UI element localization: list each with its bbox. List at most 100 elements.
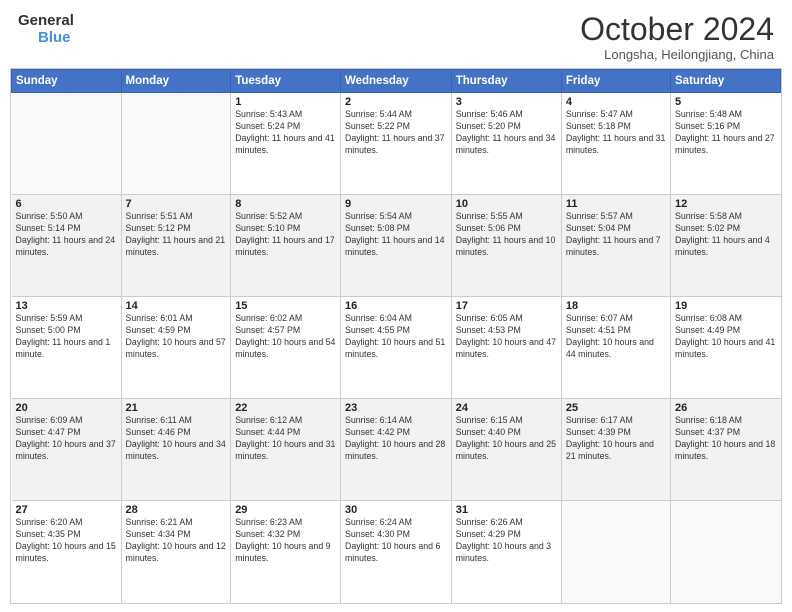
day-number: 31 [456,504,557,516]
day-cell: 16Sunrise: 6:04 AM Sunset: 4:55 PM Dayli… [340,297,451,399]
day-info: Sunrise: 6:01 AM Sunset: 4:59 PM Dayligh… [126,313,227,361]
month-title: October 2024 [580,12,774,47]
day-cell: 8Sunrise: 5:52 AM Sunset: 5:10 PM Daylig… [231,195,341,297]
week-row-5: 27Sunrise: 6:20 AM Sunset: 4:35 PM Dayli… [12,501,781,603]
day-info: Sunrise: 6:21 AM Sunset: 4:34 PM Dayligh… [126,517,227,565]
day-number: 5 [675,96,777,108]
day-info: Sunrise: 5:57 AM Sunset: 5:04 PM Dayligh… [566,211,666,259]
calendar: SundayMondayTuesdayWednesdayThursdayFrid… [10,68,782,604]
day-info: Sunrise: 6:20 AM Sunset: 4:35 PM Dayligh… [16,517,117,565]
day-cell: 15Sunrise: 6:02 AM Sunset: 4:57 PM Dayli… [231,297,341,399]
day-info: Sunrise: 6:02 AM Sunset: 4:57 PM Dayligh… [235,313,336,361]
day-cell: 20Sunrise: 6:09 AM Sunset: 4:47 PM Dayli… [12,399,122,501]
day-number: 27 [16,504,117,516]
day-info: Sunrise: 5:54 AM Sunset: 5:08 PM Dayligh… [345,211,447,259]
day-cell: 9Sunrise: 5:54 AM Sunset: 5:08 PM Daylig… [340,195,451,297]
day-info: Sunrise: 5:44 AM Sunset: 5:22 PM Dayligh… [345,109,447,157]
day-number: 29 [235,504,336,516]
day-info: Sunrise: 6:12 AM Sunset: 4:44 PM Dayligh… [235,415,336,463]
header-right: October 2024 Longsha, Heilongjiang, Chin… [580,12,774,62]
day-number: 25 [566,402,666,414]
calendar-header: SundayMondayTuesdayWednesdayThursdayFrid… [12,70,781,93]
day-info: Sunrise: 5:55 AM Sunset: 5:06 PM Dayligh… [456,211,557,259]
day-number: 9 [345,198,447,210]
weekday-wednesday: Wednesday [340,70,451,93]
day-number: 24 [456,402,557,414]
weekday-thursday: Thursday [451,70,561,93]
day-number: 21 [126,402,227,414]
header: General Blue October 2024 Longsha, Heilo… [0,0,792,68]
day-info: Sunrise: 5:51 AM Sunset: 5:12 PM Dayligh… [126,211,227,259]
day-number: 2 [345,96,447,108]
logo: General Blue [18,12,74,46]
week-row-4: 20Sunrise: 6:09 AM Sunset: 4:47 PM Dayli… [12,399,781,501]
day-info: Sunrise: 5:47 AM Sunset: 5:18 PM Dayligh… [566,109,666,157]
day-cell: 4Sunrise: 5:47 AM Sunset: 5:18 PM Daylig… [561,93,670,195]
day-number: 6 [16,198,117,210]
day-cell [561,501,670,603]
day-number: 18 [566,300,666,312]
week-row-1: 1Sunrise: 5:43 AM Sunset: 5:24 PM Daylig… [12,93,781,195]
day-info: Sunrise: 6:24 AM Sunset: 4:30 PM Dayligh… [345,517,447,565]
day-info: Sunrise: 6:08 AM Sunset: 4:49 PM Dayligh… [675,313,777,361]
day-info: Sunrise: 6:04 AM Sunset: 4:55 PM Dayligh… [345,313,447,361]
day-cell: 31Sunrise: 6:26 AM Sunset: 4:29 PM Dayli… [451,501,561,603]
location: Longsha, Heilongjiang, China [580,47,774,62]
day-info: Sunrise: 6:15 AM Sunset: 4:40 PM Dayligh… [456,415,557,463]
day-cell: 18Sunrise: 6:07 AM Sunset: 4:51 PM Dayli… [561,297,670,399]
day-info: Sunrise: 5:52 AM Sunset: 5:10 PM Dayligh… [235,211,336,259]
day-cell [12,93,122,195]
day-cell: 2Sunrise: 5:44 AM Sunset: 5:22 PM Daylig… [340,93,451,195]
logo-blue-text: Blue [38,29,71,46]
weekday-friday: Friday [561,70,670,93]
day-info: Sunrise: 5:58 AM Sunset: 5:02 PM Dayligh… [675,211,777,259]
page: General Blue October 2024 Longsha, Heilo… [0,0,792,612]
day-info: Sunrise: 5:59 AM Sunset: 5:00 PM Dayligh… [16,313,117,361]
day-cell: 24Sunrise: 6:15 AM Sunset: 4:40 PM Dayli… [451,399,561,501]
day-cell: 17Sunrise: 6:05 AM Sunset: 4:53 PM Dayli… [451,297,561,399]
day-number: 23 [345,402,447,414]
day-cell: 28Sunrise: 6:21 AM Sunset: 4:34 PM Dayli… [121,501,231,603]
day-info: Sunrise: 5:50 AM Sunset: 5:14 PM Dayligh… [16,211,117,259]
calendar-table: SundayMondayTuesdayWednesdayThursdayFrid… [11,69,781,603]
day-number: 26 [675,402,777,414]
logo-general-text: General [18,12,74,29]
day-number: 11 [566,198,666,210]
weekday-tuesday: Tuesday [231,70,341,93]
day-number: 3 [456,96,557,108]
day-cell: 21Sunrise: 6:11 AM Sunset: 4:46 PM Dayli… [121,399,231,501]
day-cell: 26Sunrise: 6:18 AM Sunset: 4:37 PM Dayli… [671,399,781,501]
day-number: 19 [675,300,777,312]
day-cell: 12Sunrise: 5:58 AM Sunset: 5:02 PM Dayli… [671,195,781,297]
week-row-2: 6Sunrise: 5:50 AM Sunset: 5:14 PM Daylig… [12,195,781,297]
day-cell: 7Sunrise: 5:51 AM Sunset: 5:12 PM Daylig… [121,195,231,297]
day-number: 7 [126,198,227,210]
day-info: Sunrise: 6:14 AM Sunset: 4:42 PM Dayligh… [345,415,447,463]
day-info: Sunrise: 6:09 AM Sunset: 4:47 PM Dayligh… [16,415,117,463]
day-number: 4 [566,96,666,108]
day-number: 15 [235,300,336,312]
day-number: 8 [235,198,336,210]
day-cell: 19Sunrise: 6:08 AM Sunset: 4:49 PM Dayli… [671,297,781,399]
weekday-header-row: SundayMondayTuesdayWednesdayThursdayFrid… [12,70,781,93]
day-info: Sunrise: 5:46 AM Sunset: 5:20 PM Dayligh… [456,109,557,157]
day-info: Sunrise: 6:17 AM Sunset: 4:39 PM Dayligh… [566,415,666,463]
day-number: 16 [345,300,447,312]
day-cell: 11Sunrise: 5:57 AM Sunset: 5:04 PM Dayli… [561,195,670,297]
day-info: Sunrise: 6:23 AM Sunset: 4:32 PM Dayligh… [235,517,336,565]
day-cell: 10Sunrise: 5:55 AM Sunset: 5:06 PM Dayli… [451,195,561,297]
day-cell: 29Sunrise: 6:23 AM Sunset: 4:32 PM Dayli… [231,501,341,603]
day-info: Sunrise: 5:43 AM Sunset: 5:24 PM Dayligh… [235,109,336,157]
day-number: 13 [16,300,117,312]
day-info: Sunrise: 6:05 AM Sunset: 4:53 PM Dayligh… [456,313,557,361]
day-cell: 14Sunrise: 6:01 AM Sunset: 4:59 PM Dayli… [121,297,231,399]
day-cell: 23Sunrise: 6:14 AM Sunset: 4:42 PM Dayli… [340,399,451,501]
day-cell [671,501,781,603]
day-number: 14 [126,300,227,312]
weekday-sunday: Sunday [12,70,122,93]
calendar-body: 1Sunrise: 5:43 AM Sunset: 5:24 PM Daylig… [12,93,781,603]
day-number: 22 [235,402,336,414]
day-cell: 22Sunrise: 6:12 AM Sunset: 4:44 PM Dayli… [231,399,341,501]
day-info: Sunrise: 6:26 AM Sunset: 4:29 PM Dayligh… [456,517,557,565]
day-number: 17 [456,300,557,312]
